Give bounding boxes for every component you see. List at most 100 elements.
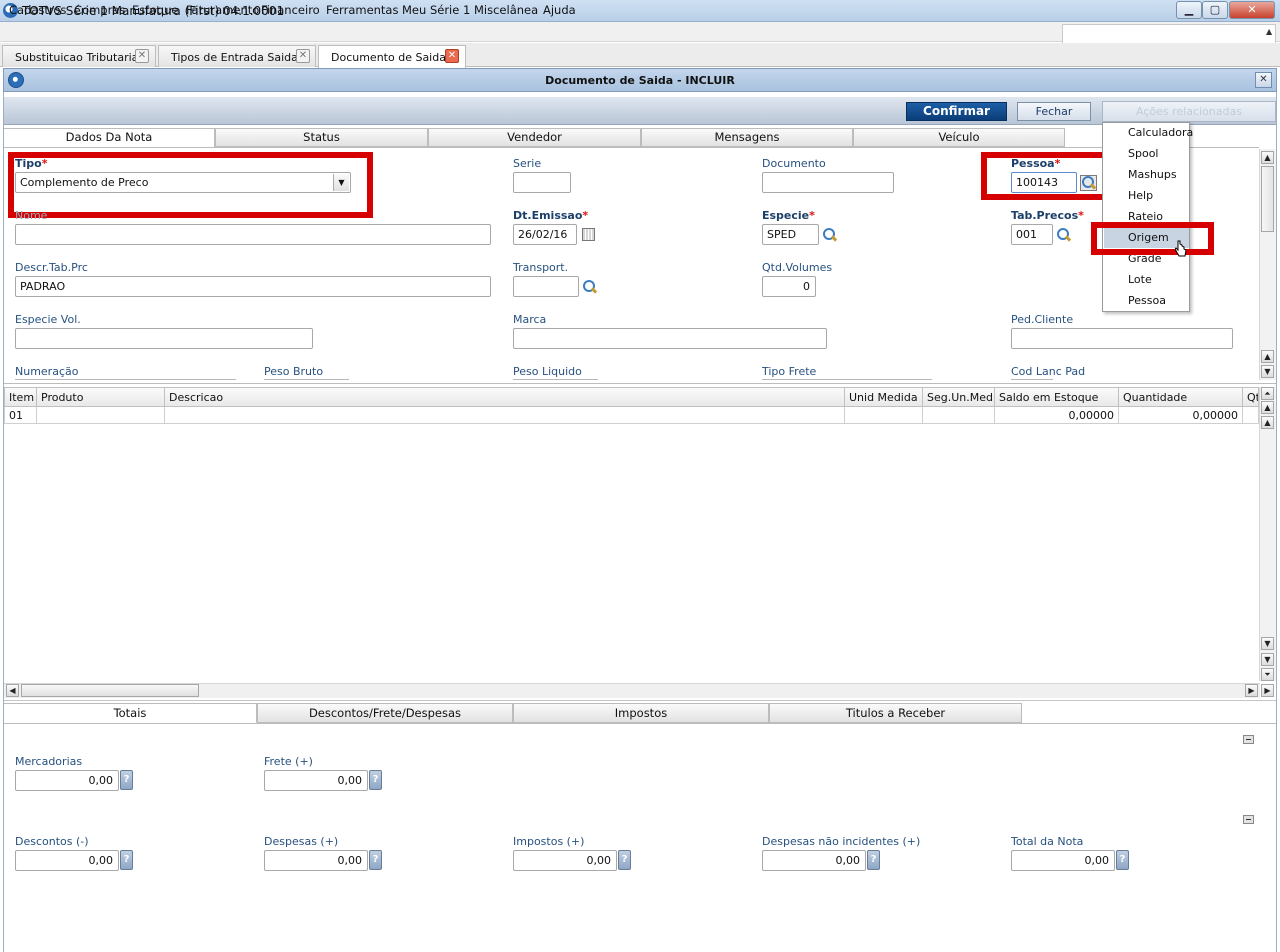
scroll-right-button[interactable]: ▶: [1245, 684, 1258, 697]
scroll-right-button[interactable]: ▶: [1261, 684, 1274, 697]
menu-ferramentas[interactable]: Ferramentas: [326, 3, 398, 17]
serie-input[interactable]: [513, 172, 571, 193]
panel-arrow-icon[interactable]: ▲: [1266, 27, 1276, 37]
pesobruto-input[interactable]: [264, 379, 349, 380]
menu-faturamento[interactable]: Faturamento: [186, 3, 259, 17]
descontos-input[interactable]: 0,00: [15, 850, 119, 871]
transport-input[interactable]: [513, 276, 579, 297]
help-button[interactable]: ?: [120, 850, 133, 870]
grid-cell-quantidade[interactable]: 0,00000: [1119, 407, 1243, 424]
grid-header-seg-un-med[interactable]: Seg.Un.Med: [923, 387, 995, 407]
collapse-icon[interactable]: [1243, 735, 1254, 744]
tab-status[interactable]: Status: [215, 128, 428, 147]
scroll-up-button[interactable]: ▲: [1261, 350, 1274, 363]
close-button[interactable]: Fechar: [1017, 102, 1091, 121]
qtdvolumes-input[interactable]: 0: [762, 276, 816, 297]
scroll-left-button[interactable]: ◀: [6, 684, 19, 697]
scroll-bottom-button[interactable]: ⏷: [1261, 668, 1274, 681]
menu-estoque[interactable]: Estoque: [132, 3, 178, 17]
grid-header-quantidade[interactable]: Quantidade: [1119, 387, 1243, 407]
despesas-nao-incidentes-input[interactable]: 0,00: [762, 850, 866, 871]
search-icon[interactable]: [583, 280, 597, 294]
scroll-top-button[interactable]: ⏶: [1261, 387, 1274, 400]
grid-cell-saldo-estoque[interactable]: 0,00000: [995, 407, 1119, 424]
help-button[interactable]: ?: [1116, 850, 1129, 870]
tab-tipos-entrada-saida[interactable]: Tipos de Entrada Saida: [158, 45, 316, 67]
tipofrete-input[interactable]: [762, 379, 932, 380]
menu-ajuda[interactable]: Ajuda: [543, 3, 576, 17]
horizontal-scroll-thumb[interactable]: [21, 684, 199, 697]
menu-item-help[interactable]: Help: [1128, 189, 1153, 202]
search-icon[interactable]: [1057, 228, 1071, 242]
pedcliente-input[interactable]: [1011, 328, 1233, 349]
codlanc-input[interactable]: [1011, 379, 1053, 380]
grid-header-unid-medida[interactable]: Unid Medida: [845, 387, 923, 407]
scroll-thumb[interactable]: [1261, 166, 1274, 232]
menu-item-spool[interactable]: Spool: [1128, 147, 1158, 160]
grid-header-descricao[interactable]: Descricao: [165, 387, 845, 407]
descrtab-input[interactable]: PADRAO: [15, 276, 491, 297]
tab-dados-da-nota[interactable]: Dados Da Nota: [3, 128, 215, 148]
help-button[interactable]: ?: [120, 770, 133, 790]
especie-input[interactable]: SPED: [762, 224, 819, 245]
tab-vendedor[interactable]: Vendedor: [428, 128, 641, 147]
help-button[interactable]: ?: [618, 850, 631, 870]
scroll-up-button[interactable]: ▲: [1261, 151, 1274, 164]
grid-header-produto[interactable]: Produto: [37, 387, 165, 407]
maximize-button[interactable]: ▢: [1202, 1, 1228, 19]
tab-mensagens[interactable]: Mensagens: [641, 128, 853, 147]
scroll-down-button[interactable]: ▼: [1261, 365, 1274, 378]
confirm-button[interactable]: Confirmar: [906, 102, 1007, 121]
related-actions-button[interactable]: Ações relacionadas: [1102, 101, 1276, 122]
tab-descontos-frete-despesas[interactable]: Descontos/Frete/Despesas: [257, 703, 513, 723]
marca-input[interactable]: [513, 328, 827, 349]
close-window-button[interactable]: ✕: [1229, 1, 1275, 19]
tabprecos-input[interactable]: 001: [1011, 224, 1053, 245]
help-button[interactable]: ?: [369, 850, 382, 870]
menu-item-pessoa[interactable]: Pessoa: [1128, 294, 1166, 307]
scroll-up-button[interactable]: ▲: [1261, 401, 1274, 414]
calendar-icon[interactable]: [582, 228, 595, 241]
mercadorias-input[interactable]: 0,00: [15, 770, 119, 791]
grid-cell-produto[interactable]: [37, 407, 165, 424]
pesoliquido-input[interactable]: [513, 379, 598, 380]
close-tab-icon[interactable]: ✕: [445, 49, 459, 63]
menu-miscelanea[interactable]: Miscelânea: [474, 3, 538, 17]
frete-input[interactable]: 0,00: [264, 770, 368, 791]
help-button[interactable]: ?: [867, 850, 880, 870]
numeracao-input[interactable]: [15, 379, 236, 380]
menu-compras[interactable]: Compras: [74, 3, 125, 17]
grid-header-item[interactable]: Item: [4, 387, 37, 407]
tab-totais[interactable]: Totais: [3, 703, 257, 723]
scroll-up-button[interactable]: ▲: [1261, 416, 1274, 429]
grid-header-saldo-estoque[interactable]: Saldo em Estoque: [995, 387, 1119, 407]
close-tab-icon[interactable]: ✕: [296, 49, 310, 63]
search-icon[interactable]: [823, 228, 837, 242]
close-tab-icon[interactable]: ✕: [135, 49, 149, 63]
grid-cell-qt[interactable]: [1243, 407, 1259, 424]
menu-cadastros[interactable]: Cadastros: [9, 3, 66, 17]
nome-input[interactable]: [15, 224, 491, 245]
impostos-input[interactable]: 0,00: [513, 850, 617, 871]
grid-cell-unid-medida[interactable]: [845, 407, 923, 424]
grid-cell-item[interactable]: 01: [4, 407, 37, 424]
scroll-down-button[interactable]: ▼: [1261, 653, 1274, 666]
menu-item-calculadora[interactable]: Calculadora: [1128, 126, 1193, 139]
menu-item-lote[interactable]: Lote: [1128, 273, 1152, 286]
minimize-button[interactable]: ▁: [1176, 1, 1202, 19]
scroll-down-button[interactable]: ▼: [1261, 637, 1274, 650]
menu-financeiro[interactable]: Financeiro: [261, 3, 320, 17]
menu-item-mashups[interactable]: Mashups: [1128, 168, 1177, 181]
menu-meu-serie-1[interactable]: Meu Série 1: [402, 3, 470, 17]
tab-veiculo[interactable]: Veículo: [853, 128, 1065, 147]
especievol-input[interactable]: [15, 328, 313, 349]
tab-titulos-receber[interactable]: Titulos a Receber: [769, 703, 1022, 723]
total-nota-input[interactable]: 0,00: [1011, 850, 1115, 871]
tab-substituicao-tributaria[interactable]: Substituicao Tributaria: [2, 45, 156, 67]
collapse-icon[interactable]: [1243, 815, 1254, 824]
tab-impostos[interactable]: Impostos: [513, 703, 769, 723]
grid-header-qt[interactable]: Qt: [1243, 387, 1259, 407]
documento-input[interactable]: [762, 172, 894, 193]
grid-cell-seg-un-med[interactable]: [923, 407, 995, 424]
dtemissao-input[interactable]: 26/02/16: [513, 224, 577, 245]
